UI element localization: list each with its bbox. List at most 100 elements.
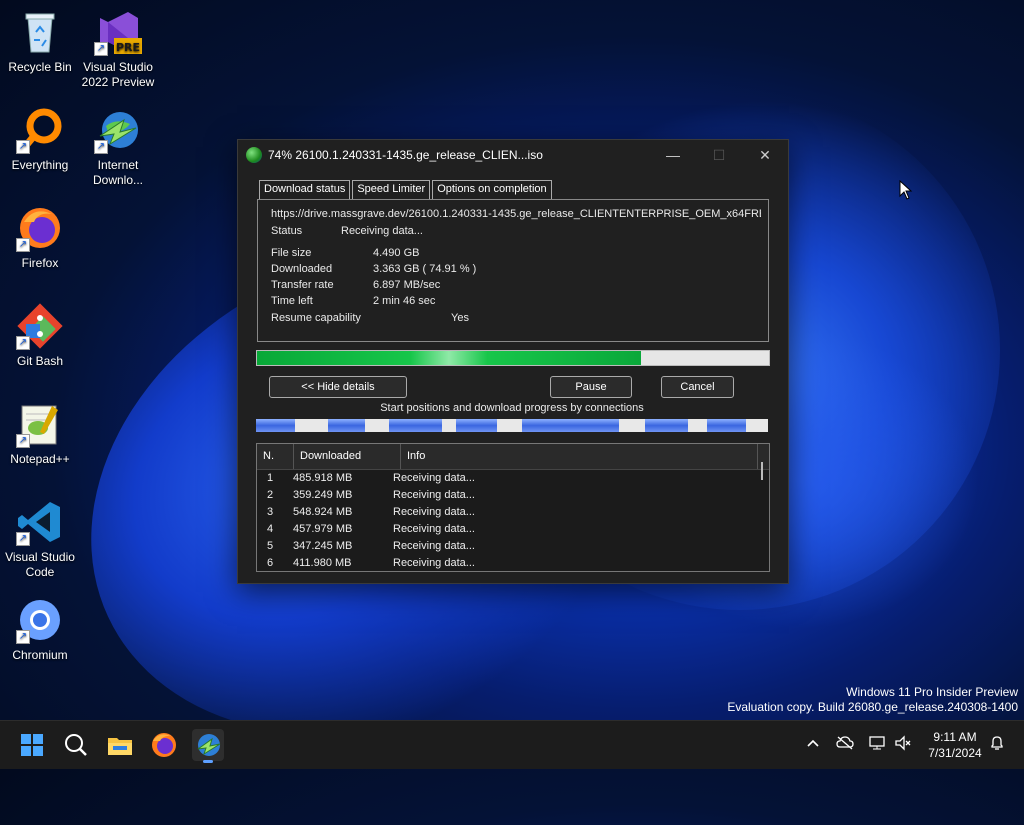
cell-number: 6: [267, 557, 274, 569]
chromium-icon: ↗: [16, 596, 64, 644]
volume-muted-icon: [895, 735, 911, 751]
internet-download-manager-icon: ↗: [94, 106, 142, 154]
time-left-value: 2 min 46 sec: [373, 295, 436, 307]
table-row[interactable]: 3 548.924 MB Receiving data...: [257, 504, 769, 521]
vscode-icon: ↗: [16, 498, 64, 546]
tab-speed-limiter[interactable]: Speed Limiter: [352, 180, 431, 199]
status-value: Receiving data...: [341, 225, 423, 237]
connection-segment: [327, 419, 389, 432]
resume-capability-value: Yes: [451, 312, 469, 324]
start-button[interactable]: [16, 729, 48, 761]
clock-date: 7/31/2024: [928, 746, 982, 760]
table-row[interactable]: 4 457.979 MB Receiving data...: [257, 521, 769, 538]
table-body: 1 485.918 MB Receiving data... 2 359.249 MB R…: [257, 470, 769, 571]
desktop-icon-recycle-bin[interactable]: Recycle Bin: [0, 8, 80, 75]
network-status-button[interactable]: [868, 735, 886, 754]
taskbar-clock[interactable]: 9:11 AM 7/31/2024: [920, 729, 990, 761]
shortcut-arrow-icon: ↗: [94, 42, 108, 56]
cloud-offline-icon: [836, 736, 854, 750]
file-explorer-button[interactable]: [104, 729, 136, 761]
cell-info: Receiving data...: [393, 472, 475, 484]
shortcut-arrow-icon: ↗: [94, 140, 108, 154]
column-header-info[interactable]: Info: [401, 444, 758, 469]
pause-button[interactable]: Pause: [550, 376, 632, 398]
download-progress-bar: [256, 350, 770, 366]
shortcut-arrow-icon: ↗: [16, 238, 30, 252]
bell-icon: [991, 736, 1003, 750]
network-tray-button[interactable]: [836, 735, 854, 754]
cancel-button[interactable]: Cancel: [661, 376, 734, 398]
downloaded-value: 3.363 GB ( 74.91 % ): [373, 263, 477, 275]
connection-segment: [522, 419, 584, 432]
windows-watermark: Windows 11 Pro Insider Preview Evaluatio…: [727, 685, 1018, 715]
table-row[interactable]: 2 359.249 MB Receiving data...: [257, 487, 769, 504]
transfer-rate-value: 6.897 MB/sec: [373, 279, 441, 291]
connection-segment: [256, 419, 328, 432]
cell-info: Receiving data...: [393, 506, 475, 518]
internet-download-manager-icon: [246, 147, 262, 163]
tab-download-status[interactable]: Download status: [259, 180, 351, 199]
cell-info: Receiving data...: [393, 557, 475, 569]
clock-time: 9:11 AM: [933, 730, 977, 744]
desktop-icon-vscode[interactable]: ↗ Visual Studio Code: [0, 498, 80, 580]
desktop-icon-idm[interactable]: ↗ Internet Downlo...: [78, 106, 158, 188]
title-bar[interactable]: 74% 26100.1.240331-1435.ge_release_CLIEN…: [238, 140, 788, 170]
file-explorer-icon: [108, 738, 132, 755]
transfer-rate-label: Transfer rate: [271, 279, 334, 291]
everything-search-icon: ↗: [16, 106, 64, 154]
shortcut-arrow-icon: ↗: [16, 434, 30, 448]
maximize-button[interactable]: ☐: [696, 140, 742, 170]
cell-number: 4: [267, 523, 274, 535]
active-indicator: [203, 760, 213, 763]
hide-details-button[interactable]: << Hide details: [269, 376, 407, 398]
cell-number: 3: [267, 506, 274, 518]
visual-studio-preview-icon: PRE ↗: [94, 8, 142, 56]
connections-progress-bar: [256, 419, 768, 432]
desktop-icon-notepad-plus-plus[interactable]: ↗ Notepad++: [0, 400, 80, 467]
cell-info: Receiving data...: [393, 523, 475, 535]
notifications-button[interactable]: [989, 735, 1005, 754]
connection-segment: [389, 419, 456, 432]
idm-taskbar-button[interactable]: [192, 729, 224, 763]
connections-table: N. Downloaded Info 1 485.918 MB Receiving …: [256, 443, 770, 572]
cell-downloaded: 457.979 MB: [293, 523, 353, 535]
desktop-icon-label: Notepad++: [10, 452, 70, 466]
desktop-icon-firefox[interactable]: ↗ Firefox: [0, 204, 80, 271]
shortcut-arrow-icon: ↗: [16, 630, 30, 644]
minimize-button[interactable]: —: [650, 140, 696, 170]
cell-number: 2: [267, 489, 274, 501]
table-scrollbar[interactable]: [761, 462, 763, 480]
column-header-downloaded[interactable]: Downloaded: [294, 444, 401, 469]
table-row[interactable]: 6 411.980 MB Receiving data...: [257, 555, 769, 571]
recycle-bin-icon: [16, 8, 64, 56]
watermark-build: Evaluation copy. Build 26080.ge_release.…: [727, 700, 1018, 714]
git-bash-icon: ↗: [16, 302, 64, 350]
desktop-icon-chromium[interactable]: ↗ Chromium: [0, 596, 80, 663]
desktop-icon-label: Git Bash: [16, 354, 64, 368]
search-button[interactable]: [60, 729, 92, 761]
table-row[interactable]: 5 347.245 MB Receiving data...: [257, 538, 769, 555]
connections-caption: Start positions and download progress by…: [380, 402, 644, 414]
desktop-icon-everything[interactable]: ↗ Everything: [0, 106, 80, 173]
cell-downloaded: 359.249 MB: [293, 489, 353, 501]
download-url: https://drive.massgrave.dev/26100.1.2403…: [271, 208, 761, 220]
show-hidden-icons-button[interactable]: [805, 735, 821, 754]
desktop-icon-visual-studio[interactable]: PRE ↗ Visual Studio 2022 Preview: [78, 8, 158, 90]
desktop-icon-git-bash[interactable]: ↗ Git Bash: [0, 302, 80, 369]
tab-options-on-completion[interactable]: Options on completion: [432, 180, 552, 199]
shortcut-arrow-icon: ↗: [16, 336, 30, 350]
pre-badge: PRE: [116, 41, 140, 54]
desktop-icon-label: Everything: [11, 158, 69, 172]
internet-download-manager-icon: [197, 734, 221, 756]
cell-downloaded: 548.924 MB: [293, 506, 353, 518]
connection-segment: [583, 419, 645, 432]
notepad-plus-plus-icon: ↗: [16, 400, 64, 448]
close-button[interactable]: ✕: [742, 140, 788, 170]
chevron-up-icon: [807, 739, 819, 747]
firefox-taskbar-button[interactable]: [148, 729, 180, 761]
window-title: 74% 26100.1.240331-1435.ge_release_CLIEN…: [268, 148, 543, 162]
table-row[interactable]: 1 485.918 MB Receiving data...: [257, 470, 769, 487]
volume-tray-button[interactable]: [894, 735, 912, 754]
desktop-icon-label: Visual Studio Code: [5, 550, 75, 579]
column-header-number[interactable]: N.: [257, 444, 294, 469]
